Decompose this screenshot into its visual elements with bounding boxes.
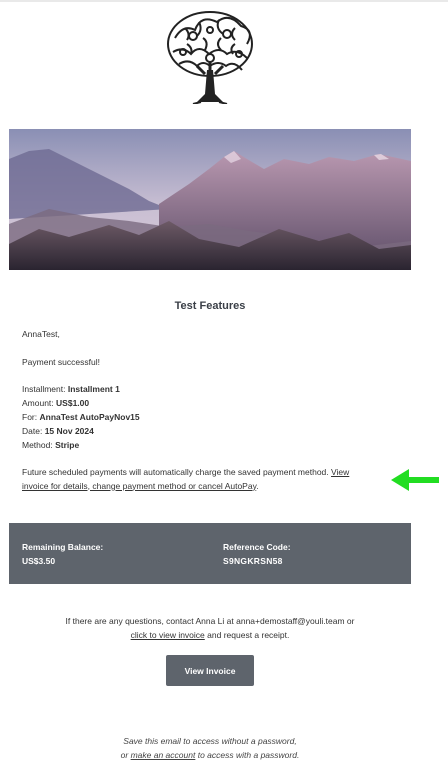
view-invoice-button[interactable]: View Invoice (166, 655, 254, 686)
make-account-link[interactable]: make an account (131, 750, 196, 760)
page-title: Test Features (174, 300, 246, 312)
method-row: Method: Stripe (22, 440, 80, 450)
click-to-view-invoice-link[interactable]: click to view invoice (131, 630, 205, 640)
greeting: AnnaTest, (22, 329, 60, 339)
footer-note: Save this email to access without a pass… (120, 736, 300, 760)
method-value: Stripe (55, 440, 80, 450)
installment-row: Installment: Installment 1 (22, 384, 120, 394)
contact-info: If there are any questions, contact Anna… (65, 616, 355, 640)
for-value: AnnaTest AutoPayNov15 (39, 412, 140, 422)
balance-panel: Remaining Balance: US$3.50 Reference Cod… (9, 523, 411, 584)
top-divider (0, 0, 448, 2)
remaining-balance-value: US$3.50 (22, 556, 56, 566)
reference-code-label: Reference Code: (223, 542, 291, 552)
date-row: Date: 15 Nov 2024 (22, 426, 94, 436)
hero-image (9, 129, 411, 270)
reference-code-value: S9NGKRSN58 (223, 556, 283, 566)
status-message: Payment successful! (22, 357, 100, 367)
remaining-balance-label: Remaining Balance: (22, 542, 104, 552)
amount-value: US$1.00 (56, 398, 90, 408)
installment-value: Installment 1 (67, 384, 120, 394)
amount-row: Amount: US$1.00 (22, 398, 90, 408)
payment-details: Installment: Installment 1 Amount: US$1.… (22, 382, 140, 452)
date-value: 15 Nov 2024 (44, 426, 94, 436)
arrow-left-icon (391, 469, 439, 491)
autopay-notice: Future scheduled payments will automatic… (22, 467, 350, 491)
tree-icon (167, 11, 253, 104)
for-row: For: AnnaTest AutoPayNov15 (22, 412, 140, 422)
